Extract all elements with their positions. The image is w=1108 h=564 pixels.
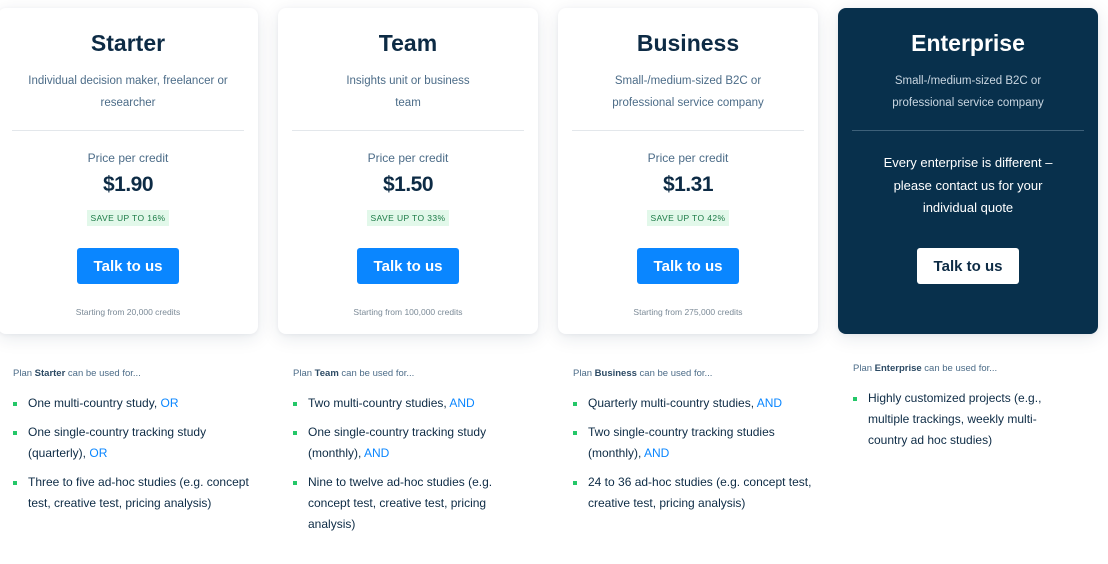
price-value: $1.90 [102, 173, 154, 196]
bullet-icon [573, 431, 577, 435]
list-item: Nine to twelve ad-hoc studies (e.g. conc… [293, 472, 533, 535]
plan-card-business: Business Small-/medium-sized B2C or prof… [558, 8, 818, 334]
list-item: One single-country tracking study (month… [293, 422, 533, 464]
usage-list: Two multi-country studies, AND One singl… [293, 393, 533, 535]
price-label: Price per credit [87, 151, 169, 165]
divider [852, 130, 1084, 131]
list-item: One single-country tracking study (quart… [13, 422, 253, 464]
usage-list: Quarterly multi-country studies, AND Two… [573, 393, 813, 514]
price-label: Price per credit [647, 151, 729, 165]
bullet-icon [573, 481, 577, 485]
usage-heading: Plan Business can be used for... [573, 368, 713, 379]
usage-enterprise: Plan Enterprise can be used for... Highl… [853, 363, 1093, 459]
bullet-icon [293, 431, 297, 435]
enterprise-message: Every enterprise is different – please c… [883, 155, 1053, 215]
bullet-icon [13, 481, 17, 485]
usage-heading: Plan Starter can be used for... [13, 368, 141, 379]
usage-list: Highly customized projects (e.g., multip… [853, 388, 1093, 451]
plan-title: Enterprise [911, 30, 1025, 56]
starting-credits: Starting from 20,000 credits [75, 307, 181, 317]
starting-credits: Starting from 275,000 credits [633, 307, 743, 317]
pricing-cards: Starter Individual decision maker, freel… [0, 8, 1108, 338]
list-item: Three to five ad-hoc studies (e.g. conce… [13, 472, 253, 514]
bullet-icon [13, 402, 17, 406]
usage-list: One multi-country study, OR One single-c… [13, 393, 253, 514]
divider [572, 130, 804, 131]
list-item: One multi-country study, OR [13, 393, 253, 414]
list-item: Two multi-country studies, AND [293, 393, 533, 414]
talk-to-us-button[interactable]: Talk to us [357, 248, 459, 284]
list-item: Two single-country tracking studies (mon… [573, 422, 813, 464]
price-value: $1.31 [662, 173, 714, 196]
usage-heading: Plan Enterprise can be used for... [853, 363, 998, 374]
price-value: $1.50 [382, 173, 434, 196]
talk-to-us-button[interactable]: Talk to us [77, 248, 179, 284]
plan-card-starter: Starter Individual decision maker, freel… [0, 8, 258, 334]
plan-subtitle: Individual decision maker, freelancer or… [28, 75, 228, 109]
list-item: Highly customized projects (e.g., multip… [853, 388, 1053, 451]
plan-card-team: Team Insights unit or business team Pric… [278, 8, 538, 334]
usage-heading: Plan Team can be used for... [293, 368, 415, 379]
list-item: Quarterly multi-country studies, AND [573, 393, 813, 414]
usage-starter: Plan Starter can be used for... One mult… [13, 368, 253, 522]
divider [12, 130, 244, 131]
usage-business: Plan Business can be used for... Quarter… [573, 368, 813, 522]
bullet-icon [13, 431, 17, 435]
plan-subtitle: Insights unit or business team [346, 75, 470, 109]
bullet-icon [853, 397, 857, 401]
talk-to-us-button[interactable]: Talk to us [637, 248, 739, 284]
plan-title: Starter [90, 30, 166, 56]
talk-to-us-button[interactable]: Talk to us [917, 248, 1019, 284]
bullet-icon [573, 402, 577, 406]
plan-title: Business [636, 30, 740, 56]
plan-subtitle: Small-/medium-sized B2C or professional … [612, 75, 764, 109]
plan-title: Team [378, 30, 438, 56]
savings-badge: SAVE UP TO 16% [86, 210, 170, 226]
list-item: 24 to 36 ad-hoc studies (e.g. concept te… [573, 472, 813, 514]
divider [292, 130, 524, 131]
bullet-icon [293, 481, 297, 485]
price-label: Price per credit [367, 151, 449, 165]
plan-subtitle: Small-/medium-sized B2C or professional … [892, 75, 1044, 109]
usage-team: Plan Team can be used for... Two multi-c… [293, 368, 533, 543]
bullet-icon [293, 402, 297, 406]
savings-badge: SAVE UP TO 33% [366, 210, 450, 226]
starting-credits: Starting from 100,000 credits [353, 307, 463, 317]
plan-card-enterprise: Enterprise Small-/medium-sized B2C or pr… [838, 8, 1098, 334]
savings-badge: SAVE UP TO 42% [646, 210, 730, 226]
